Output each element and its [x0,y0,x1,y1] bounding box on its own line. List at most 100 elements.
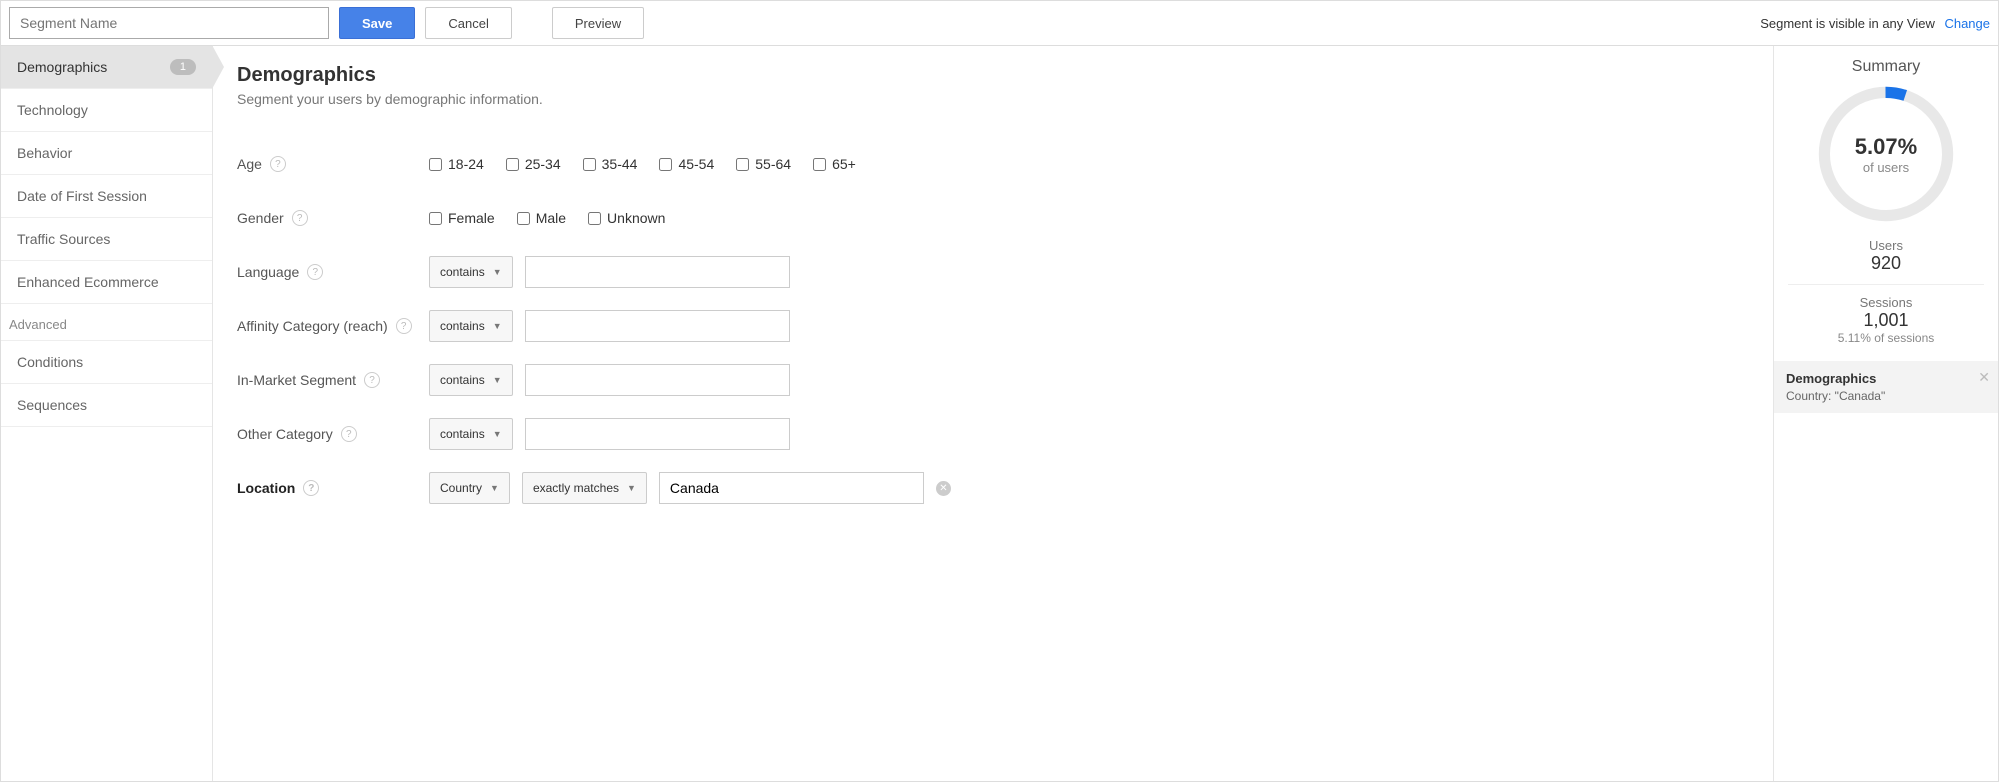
help-icon[interactable]: ? [303,480,319,496]
filter-title: Demographics [1786,371,1986,386]
row-other: Other Category? contains▼ [237,407,1749,461]
sidebar-item-first-session[interactable]: Date of First Session [1,175,212,218]
inmarket-op-select[interactable]: contains ▼ [429,364,513,396]
other-op-select[interactable]: contains ▼ [429,418,513,450]
save-button[interactable]: Save [339,7,415,39]
gender-male[interactable]: Male [517,210,566,226]
segment-name-input[interactable] [9,7,329,39]
label-language: Language [237,264,299,280]
users-gauge: 5.07% of users [1816,84,1956,224]
sidebar-badge: 1 [170,59,196,75]
summary-panel: Summary 5.07% of users Users 920 [1773,46,1998,781]
checkbox[interactable] [736,158,749,171]
checkbox-label: Female [448,210,495,226]
checkbox-label: 55-64 [755,156,791,172]
checkbox-label: 18-24 [448,156,484,172]
change-link[interactable]: Change [1944,16,1990,31]
help-icon[interactable]: ? [270,156,286,172]
clear-location-icon[interactable]: ✕ [936,481,951,496]
age-18-24[interactable]: 18-24 [429,156,484,172]
sidebar-item-label: Technology [17,102,88,118]
sessions-label: Sessions [1784,295,1988,310]
sidebar-item-technology[interactable]: Technology [1,89,212,132]
remove-filter-icon[interactable]: ✕ [1978,369,1990,386]
sidebar-heading-advanced: Advanced [1,304,212,341]
other-input[interactable] [525,418,790,450]
summary-title: Summary [1774,46,1998,82]
visibility-text: Segment is visible in any View Change [1760,16,1990,31]
row-language: Language? contains ▼ [237,245,1749,299]
checkbox-label: 65+ [832,156,856,172]
select-value: contains [440,373,485,387]
checkbox[interactable] [583,158,596,171]
sidebar-item-label: Date of First Session [17,188,147,204]
gauge-subtitle: of users [1863,160,1909,175]
age-55-64[interactable]: 55-64 [736,156,791,172]
chevron-down-icon: ▼ [493,321,502,331]
main-panel: Demographics Segment your users by demog… [213,46,1773,781]
checkbox[interactable] [813,158,826,171]
select-value: contains [440,319,485,333]
help-icon[interactable]: ? [364,372,380,388]
help-icon[interactable]: ? [396,318,412,334]
sidebar-item-conditions[interactable]: Conditions [1,341,212,384]
checkbox-label: 25-34 [525,156,561,172]
chevron-down-icon: ▼ [493,429,502,439]
sidebar-item-label: Demographics [17,59,107,75]
language-op-select[interactable]: contains ▼ [429,256,513,288]
label-age: Age [237,156,262,172]
chevron-down-icon: ▼ [490,483,499,493]
checkbox[interactable] [659,158,672,171]
affinity-op-select[interactable]: contains ▼ [429,310,513,342]
sidebar-item-demographics[interactable]: Demographics 1 [1,46,212,89]
inmarket-input[interactable] [525,364,790,396]
gender-unknown[interactable]: Unknown [588,210,665,226]
label-location: Location [237,480,295,496]
location-op-select[interactable]: exactly matches▼ [522,472,647,504]
label-inmarket: In-Market Segment [237,372,356,388]
chevron-down-icon: ▼ [493,375,502,385]
sessions-sub: 5.11% of sessions [1784,331,1988,345]
cancel-button[interactable]: Cancel [425,7,511,39]
sidebar-item-enhanced-ecommerce[interactable]: Enhanced Ecommerce [1,261,212,304]
checkbox[interactable] [429,158,442,171]
sidebar: Demographics 1 Technology Behavior Date … [1,46,213,781]
age-65plus[interactable]: 65+ [813,156,856,172]
row-location: Location? Country▼ exactly matches▼ ✕ [237,461,1749,515]
checkbox[interactable] [506,158,519,171]
select-value: contains [440,427,485,441]
checkbox[interactable] [517,212,530,225]
label-affinity: Affinity Category (reach) [237,318,388,334]
affinity-input[interactable] [525,310,790,342]
sidebar-item-sequences[interactable]: Sequences [1,384,212,427]
select-value: exactly matches [533,481,619,495]
sidebar-item-traffic-sources[interactable]: Traffic Sources [1,218,212,261]
checkbox-label: Unknown [607,210,665,226]
page-subtitle: Segment your users by demographic inform… [237,91,1749,107]
filter-desc: Country: "Canada" [1786,389,1986,403]
age-35-44[interactable]: 35-44 [583,156,638,172]
help-icon[interactable]: ? [341,426,357,442]
sidebar-item-label: Behavior [17,145,72,161]
row-age: Age? 18-24 25-34 35-44 45-54 55-64 65+ [237,137,1749,191]
age-45-54[interactable]: 45-54 [659,156,714,172]
help-icon[interactable]: ? [292,210,308,226]
gauge-percent: 5.07% [1855,134,1917,160]
help-icon[interactable]: ? [307,264,323,280]
checkbox-label: Male [536,210,566,226]
sidebar-item-behavior[interactable]: Behavior [1,132,212,175]
chevron-down-icon: ▼ [493,267,502,277]
age-25-34[interactable]: 25-34 [506,156,561,172]
language-input[interactable] [525,256,790,288]
sessions-value: 1,001 [1784,310,1988,331]
row-gender: Gender? Female Male Unknown [237,191,1749,245]
checkbox[interactable] [588,212,601,225]
gender-female[interactable]: Female [429,210,495,226]
location-input[interactable] [659,472,924,504]
preview-button[interactable]: Preview [552,7,644,39]
users-label: Users [1784,238,1988,253]
location-dim-select[interactable]: Country▼ [429,472,510,504]
select-value: contains [440,265,485,279]
label-gender: Gender [237,210,284,226]
checkbox[interactable] [429,212,442,225]
